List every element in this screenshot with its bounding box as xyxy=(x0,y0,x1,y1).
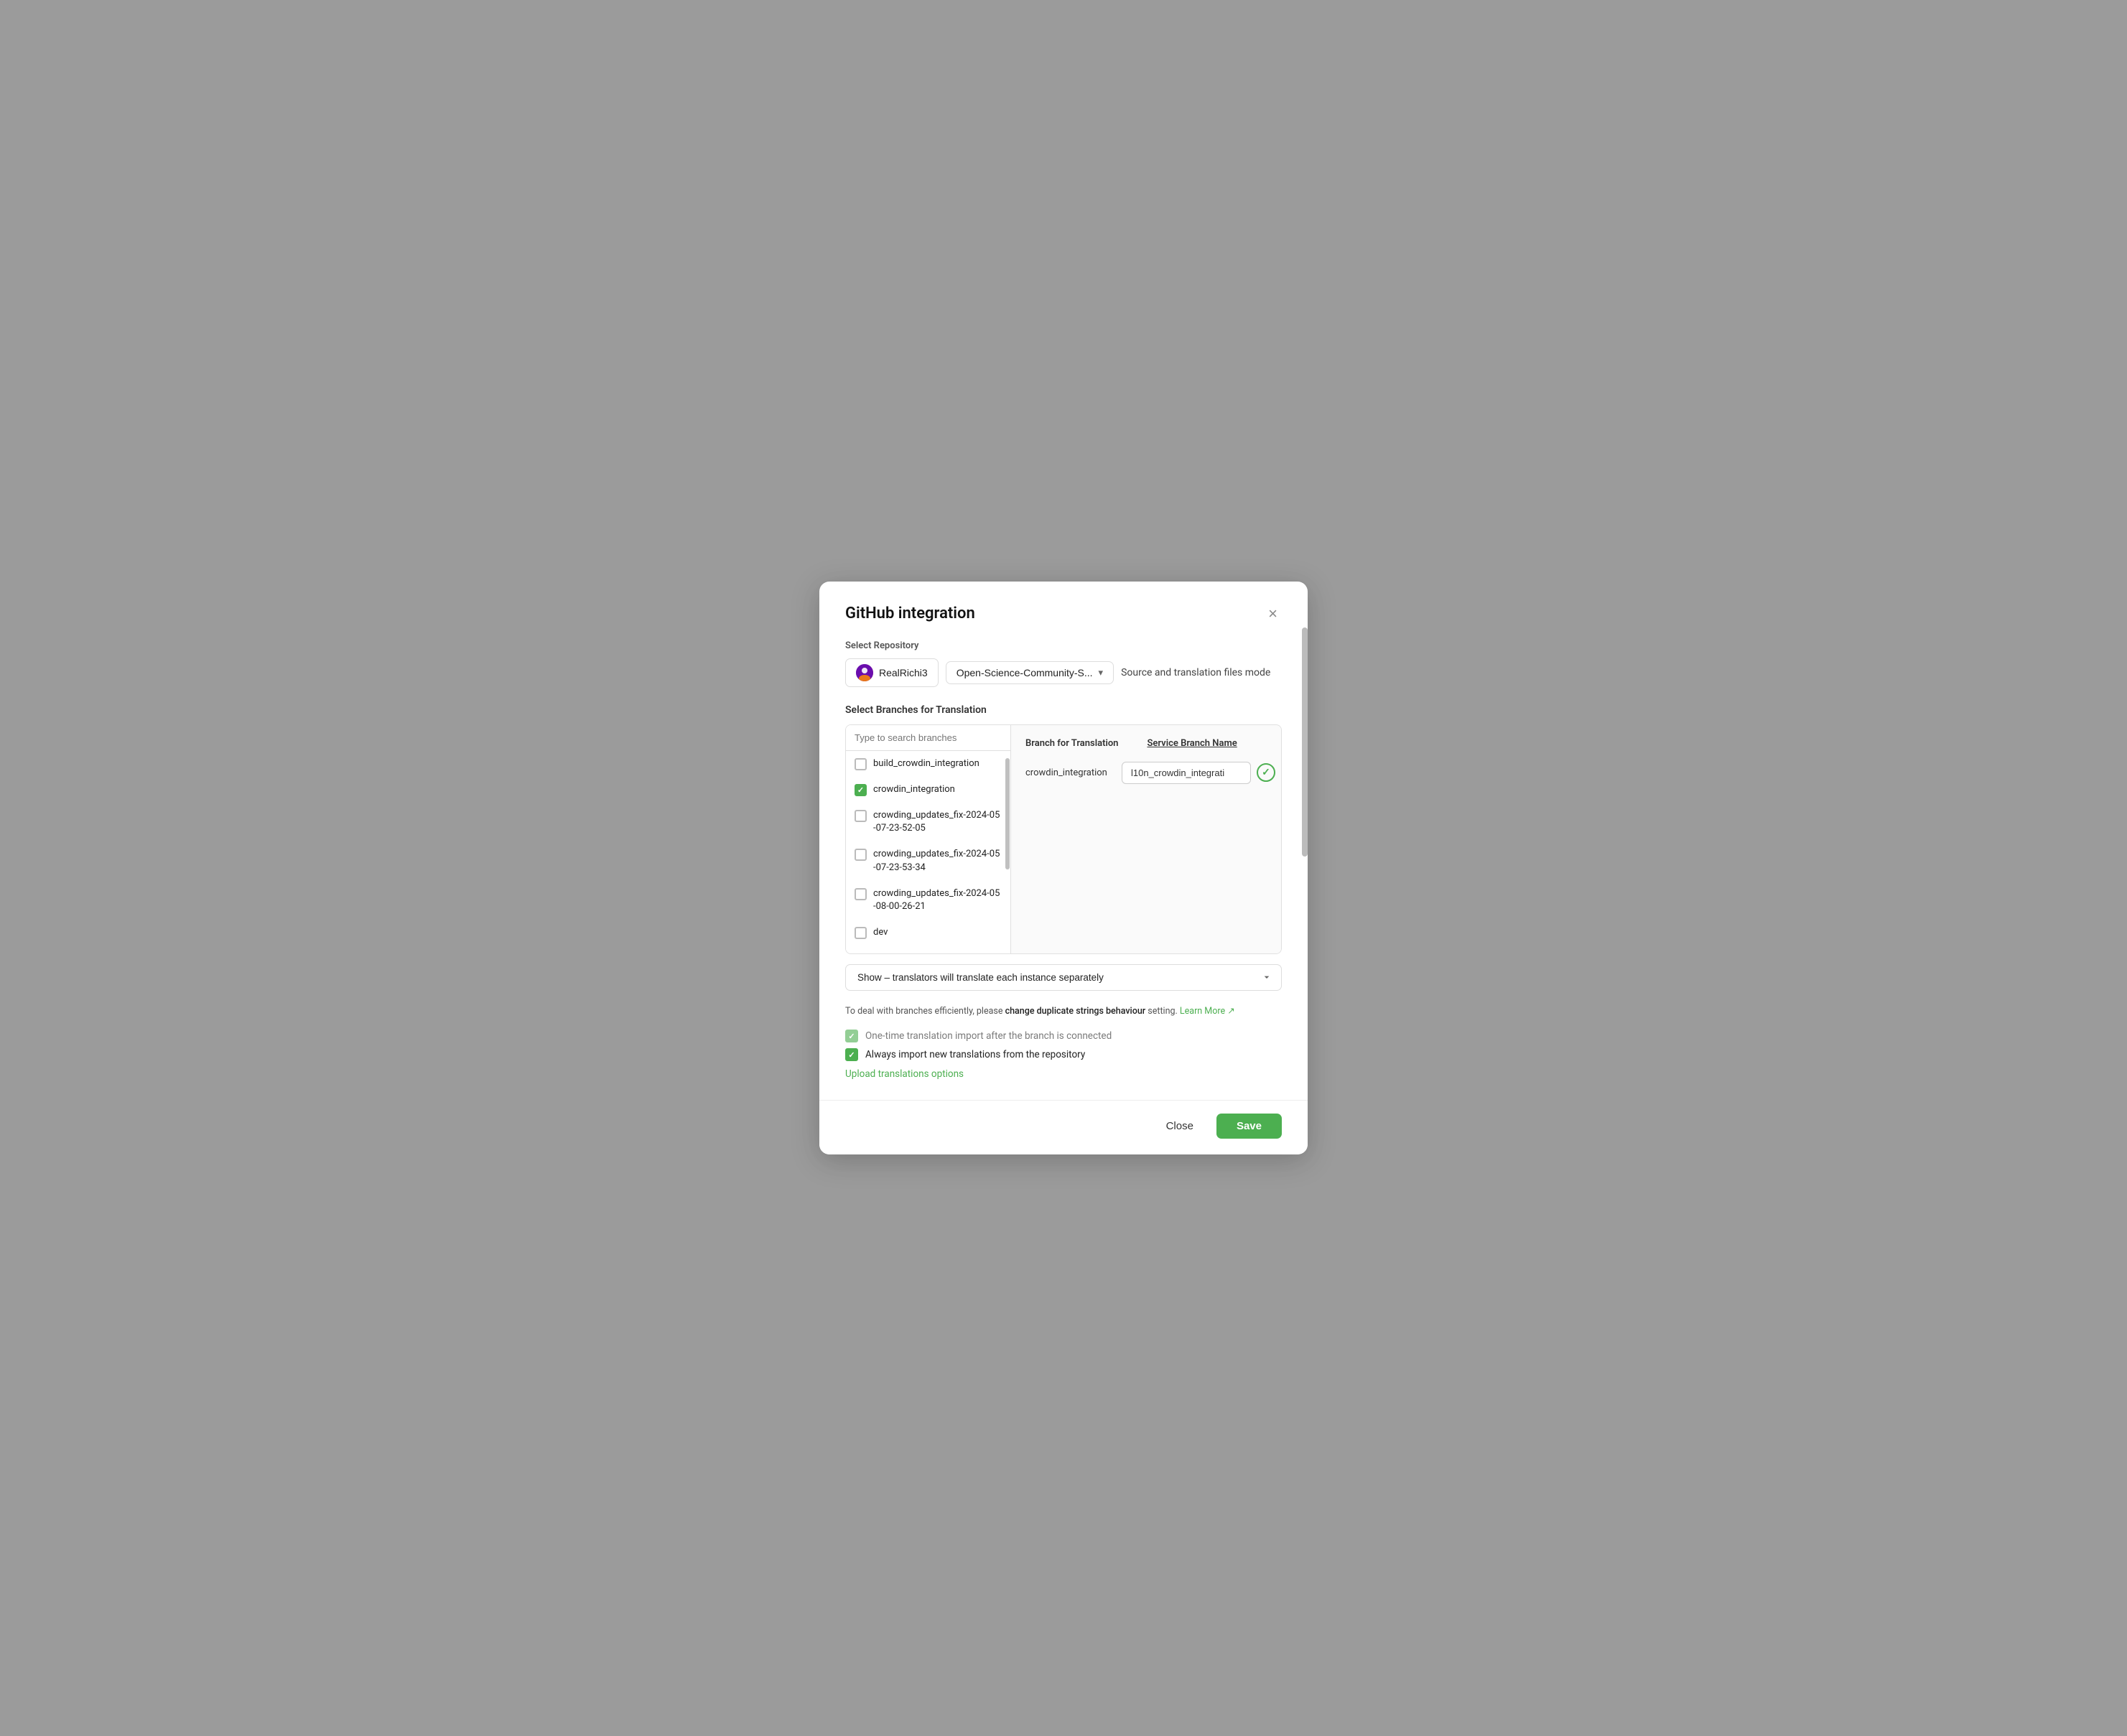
modal-scrollbar[interactable] xyxy=(1302,627,1308,857)
branch-label-cell: crowdin_integration xyxy=(1025,767,1112,778)
list-item[interactable]: crowding_updates_fix-2024-05-07-23-52-05 xyxy=(846,803,1010,841)
branch-list-scrollbar[interactable] xyxy=(1005,758,1010,869)
modal-footer: Close Save xyxy=(819,1100,1308,1154)
modal-title: GitHub integration xyxy=(845,605,975,622)
select-repository-label: Select Repository xyxy=(845,640,1282,651)
duplicate-strings-select[interactable]: Show – translators will translate each i… xyxy=(845,964,1282,991)
translation-column: Branch for Translation Service Branch Na… xyxy=(1011,725,1282,953)
github-integration-modal: GitHub integration × Select Repository R… xyxy=(819,582,1308,1155)
repository-row: RealRichi3 Open-Science-Community-S... ▾… xyxy=(845,658,1282,687)
branch-checkbox[interactable] xyxy=(855,888,867,900)
modal-header: GitHub integration × xyxy=(845,605,1282,623)
always-import-label: Always import new translations from the … xyxy=(865,1049,1085,1060)
branch-name-label: crowdin_integration xyxy=(873,783,955,796)
modal-close-button[interactable]: × xyxy=(1264,605,1282,623)
branch-name-label: crowding_updates_fix-2024-05-07-23-53-34 xyxy=(873,848,1002,874)
hint-text-before: To deal with branches efficiently, pleas… xyxy=(845,1006,1005,1017)
branch-name-label: dev xyxy=(873,926,888,939)
always-import-row: Always import new translations from the … xyxy=(845,1048,1282,1061)
translation-table-row: crowdin_integration ✓ ✏️ xyxy=(1025,762,1282,784)
branches-panel: build_crowdin_integration crowdin_integr… xyxy=(845,724,1282,954)
branch-checkbox[interactable] xyxy=(855,927,867,939)
list-item[interactable]: dev xyxy=(846,920,1010,946)
repo-select-button[interactable]: Open-Science-Community-S... ▾ xyxy=(946,661,1114,684)
branch-name-label: build_crowdin_integration xyxy=(873,757,979,770)
hint-text-after: setting. xyxy=(1145,1006,1180,1017)
username-label: RealRichi3 xyxy=(879,667,928,678)
chevron-down-icon: ▾ xyxy=(1099,667,1104,678)
branch-checkbox[interactable] xyxy=(855,758,867,770)
external-link-icon: ↗ xyxy=(1227,1006,1234,1017)
branch-for-translation-header: Branch for Translation xyxy=(1025,738,1118,749)
list-item[interactable]: build_crowdin_integration xyxy=(846,751,1010,777)
check-icon: ✓ xyxy=(1257,763,1275,782)
branch-list-column: build_crowdin_integration crowdin_integr… xyxy=(846,725,1011,953)
edit-service-branch-button[interactable]: ✏️ xyxy=(1281,764,1282,781)
service-branch-input[interactable] xyxy=(1122,762,1251,784)
service-branch-name-header[interactable]: Service Branch Name xyxy=(1147,738,1237,749)
list-item[interactable]: crowding_updates_fix-2024-05-08-00-26-21 xyxy=(846,881,1010,920)
save-button[interactable]: Save xyxy=(1216,1114,1282,1139)
branch-checkbox[interactable] xyxy=(855,784,867,796)
repo-name-label: Open-Science-Community-S... xyxy=(957,667,1093,678)
translation-table-header: Branch for Translation Service Branch Na… xyxy=(1025,738,1282,749)
branches-section-label: Select Branches for Translation xyxy=(845,704,1282,716)
duplicate-strings-link[interactable]: change duplicate strings behaviour xyxy=(1005,1006,1146,1017)
branch-name-label: crowding_updates_fix-2024-05-07-23-52-05 xyxy=(873,809,1002,835)
repo-mode-text: Source and translation files mode xyxy=(1121,667,1270,678)
avatar xyxy=(856,664,873,681)
one-time-import-checkbox[interactable] xyxy=(845,1030,858,1042)
one-time-import-label: One-time translation import after the br… xyxy=(865,1030,1112,1042)
close-button[interactable]: Close xyxy=(1152,1114,1208,1139)
branch-items-list: build_crowdin_integration crowdin_integr… xyxy=(846,751,1010,953)
branch-search-input[interactable] xyxy=(846,725,1010,751)
list-item[interactable]: crowdin_integration xyxy=(846,777,1010,803)
always-import-checkbox[interactable] xyxy=(845,1048,858,1061)
branch-checkbox[interactable] xyxy=(855,849,867,861)
modal-overlay: GitHub integration × Select Repository R… xyxy=(0,0,2127,1736)
modal-body: GitHub integration × Select Repository R… xyxy=(819,582,1308,1101)
branch-checkbox[interactable] xyxy=(855,810,867,822)
list-item[interactable]: crowding_updates_fix-2024-05-07-23-53-34 xyxy=(846,841,1010,880)
repo-select-wrapper: Open-Science-Community-S... ▾ xyxy=(946,661,1114,684)
branch-name-label: crowding_updates_fix-2024-05-08-00-26-21 xyxy=(873,887,1002,913)
duplicate-strings-select-wrapper: Show – translators will translate each i… xyxy=(845,964,1282,998)
upload-translations-link[interactable]: Upload translations options xyxy=(845,1068,964,1080)
user-button[interactable]: RealRichi3 xyxy=(845,658,939,687)
learn-more-link[interactable]: Learn More ↗ xyxy=(1180,1006,1235,1017)
one-time-import-row: One-time translation import after the br… xyxy=(845,1030,1282,1042)
service-branch-input-wrap: ✓ ✏️ xyxy=(1122,762,1282,784)
hint-text: To deal with branches efficiently, pleas… xyxy=(845,1005,1282,1019)
